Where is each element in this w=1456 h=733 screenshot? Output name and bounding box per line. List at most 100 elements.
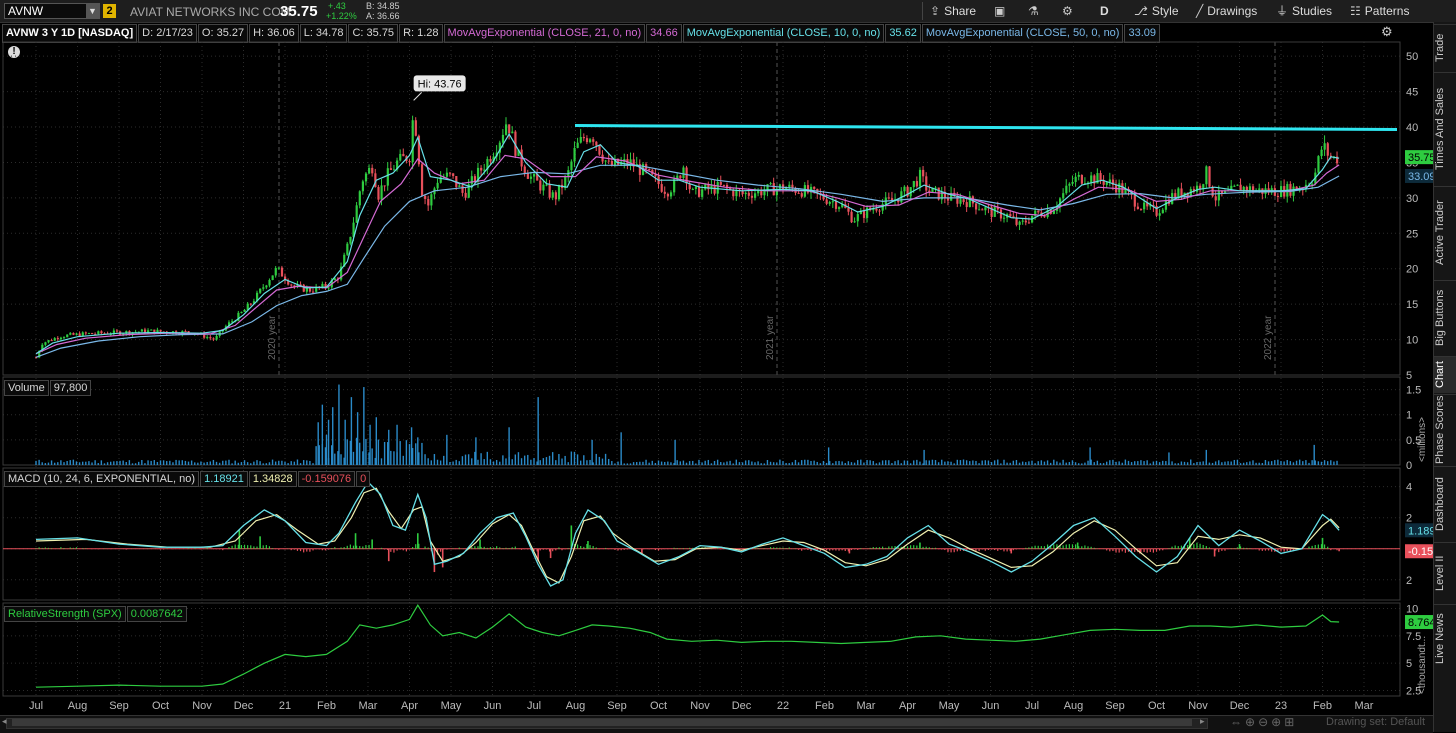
time-scrollbar-thumb[interactable] (12, 719, 1192, 726)
macd-label[interactable]: MACD (10, 24, 6, EXPONENTIAL, no) (4, 471, 200, 487)
chart-canvas[interactable]: Hi: 43.76 Jul Aug Sep Oct Nov Dec 21 Feb Mar Apr M… (0, 22, 1433, 715)
candle-body (1043, 216, 1046, 218)
candle-body (501, 134, 505, 143)
price-tick-label: 15 (1406, 299, 1418, 311)
scroll-right-icon[interactable]: ▸ (1200, 716, 1205, 727)
candle-body (1239, 184, 1242, 192)
style-icon: ⎇ (1134, 4, 1148, 18)
tab-trade[interactable]: Trade (1434, 24, 1456, 71)
candle-body (358, 191, 361, 206)
candle-body (669, 192, 673, 197)
candle-body (922, 169, 925, 177)
candle-body (355, 205, 358, 223)
patterns-button[interactable]: ☷ Patterns (1350, 3, 1409, 19)
rs-line (35, 604, 1340, 688)
candle-body (570, 161, 573, 171)
candle-body (265, 285, 268, 288)
candle-body (159, 329, 162, 332)
candle-body (959, 199, 962, 204)
volume-label[interactable]: Volume (4, 380, 49, 396)
rs-unit-label: <thousandt... (1417, 635, 1428, 694)
pan-icon[interactable]: ⇔ (1230, 715, 1245, 729)
candle-body (694, 186, 698, 190)
tab-live-news[interactable]: Live News (1434, 604, 1456, 673)
candle-body (361, 181, 365, 192)
candle-body (368, 167, 371, 174)
candle-body (533, 173, 536, 177)
drawings-button[interactable]: ╱ Drawings (1196, 3, 1257, 19)
candle-body (1233, 185, 1236, 187)
month-label: Mar (359, 700, 378, 712)
tab-active-trader[interactable]: Active Trader (1434, 186, 1456, 279)
candle-body (240, 311, 243, 313)
style-button[interactable]: ⎇ Style (1134, 3, 1179, 19)
candle-body (349, 236, 352, 244)
scroll-left-icon[interactable]: ◂ (2, 716, 7, 727)
candle-body (268, 280, 271, 286)
candle-body (386, 168, 389, 186)
candle-body (747, 192, 750, 196)
candle-body (1161, 209, 1164, 214)
rs-label[interactable]: RelativeStrength (SPX) (4, 606, 126, 622)
candle-body (1258, 188, 1261, 191)
candle-body (847, 207, 850, 212)
macd-pane (2, 467, 1401, 601)
studies-button[interactable]: ⏚ Studies (1276, 3, 1332, 19)
volume-value: 97,800 (49, 380, 92, 396)
tab-chart[interactable]: Chart (1434, 356, 1456, 393)
month-label: Dec (1230, 700, 1250, 712)
macd-diff-label: -0.1590 (1408, 546, 1433, 558)
tab-big-buttons[interactable]: Big Buttons (1434, 280, 1456, 355)
settings-button[interactable]: ⚙ (1062, 3, 1077, 19)
candle-body (769, 183, 772, 185)
candle-body (875, 208, 878, 211)
month-label: Nov (1188, 700, 1208, 712)
candle-body (464, 192, 467, 198)
zoom-controls[interactable]: ⇔⊕⊖⊕⊞ (1230, 715, 1297, 729)
company-name: AVIAT NETWORKS INC COM (130, 5, 291, 19)
candle-body (1121, 183, 1124, 194)
candle-body (140, 329, 144, 332)
ema50-line (35, 164, 1340, 358)
candle-body (1002, 217, 1006, 219)
macd-value: 1.18921 (200, 471, 248, 487)
candle-body (878, 210, 881, 212)
candle-body (50, 340, 53, 342)
tab-phase-scores[interactable]: Phase Scores (1434, 394, 1456, 465)
candle-body (828, 201, 831, 204)
zoom-in-icon[interactable]: ⊕ (1271, 715, 1284, 729)
ema10-line (35, 132, 1340, 355)
candle-body (504, 124, 508, 135)
macd-value-label: 1.18921 (1408, 525, 1433, 537)
candle-body (424, 195, 427, 199)
timeframe-button[interactable]: D (1100, 3, 1109, 19)
candle-body (1143, 202, 1146, 210)
candle-body (47, 340, 50, 343)
symbol-dropdown-icon[interactable]: ▼ (86, 4, 99, 18)
zoom-out-icon[interactable]: ⊖ (1258, 715, 1271, 729)
candle-body (448, 172, 452, 174)
candle-body (75, 333, 78, 335)
tab-dashboard[interactable]: Dashboard (1434, 466, 1456, 541)
share-button[interactable]: ⇪ Share (930, 3, 976, 19)
studies-icon: ⏚ (1276, 4, 1289, 18)
month-label: Oct (650, 700, 667, 712)
candle-body (682, 167, 685, 179)
candle-body (797, 192, 800, 194)
link-group-badge[interactable]: 2 (103, 4, 116, 18)
zoom-fit-icon[interactable]: ⊞ (1284, 715, 1297, 729)
tab-times-and-sales[interactable]: Times And Sales (1434, 72, 1456, 185)
candle-body (962, 199, 965, 203)
month-label: Dec (732, 700, 752, 712)
candle-body (607, 160, 610, 162)
tab-level-ii[interactable]: Level II (1434, 542, 1456, 603)
crosshair-icon[interactable]: ⊕ (1245, 715, 1258, 729)
candle-body (1068, 183, 1071, 186)
flask-button[interactable]: ⚗ (1028, 3, 1043, 19)
candle-body (1090, 175, 1093, 183)
candle-body (59, 337, 63, 340)
month-label: Jun (484, 700, 502, 712)
candle-body (582, 136, 585, 139)
snapshot-button[interactable]: ▣ (994, 3, 1009, 19)
candle-body (1323, 143, 1326, 150)
